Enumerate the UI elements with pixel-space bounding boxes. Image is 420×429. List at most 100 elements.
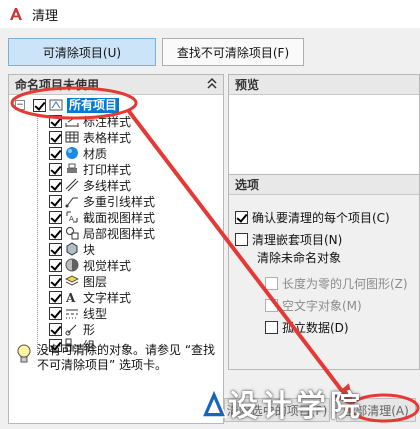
plot-style-icon	[65, 162, 79, 176]
nonpurgeable-items-tab[interactable]: 查找不可清除项目(F)	[162, 38, 304, 66]
tree-item[interactable]: 视觉样式	[9, 257, 223, 273]
tree-item[interactable]: 形	[9, 321, 223, 337]
tree-item[interactable]: A 截面视图样式	[9, 209, 223, 225]
window-title: 清理	[32, 8, 59, 24]
watermark: 设计学院	[200, 378, 410, 428]
tree-item-label[interactable]: 打印样式	[83, 161, 131, 178]
tree-item-label[interactable]: 表格样式	[83, 129, 131, 146]
empty-text-checkbox[interactable]	[265, 299, 278, 312]
orphan-data-checkbox[interactable]	[265, 321, 278, 334]
tree-item-label[interactable]: 图层	[83, 273, 107, 290]
purgeable-items-tab[interactable]: 可清除项目(U)	[8, 38, 156, 66]
text-style-icon: A	[65, 290, 79, 304]
tree-item-label[interactable]: 标注样式	[83, 113, 131, 130]
shape-icon	[65, 322, 79, 336]
tree-item-checkbox[interactable]	[49, 258, 62, 272]
tree-item-checkbox[interactable]	[49, 226, 62, 240]
tree-item-checkbox[interactable]	[49, 114, 62, 128]
tree-item-label[interactable]: 局部视图样式	[83, 225, 155, 242]
confirm-each-label[interactable]: 确认要清理的每个项目(C)	[252, 209, 390, 226]
section-view-style-icon: A	[65, 210, 79, 224]
table-style-icon	[65, 130, 79, 144]
tree-item[interactable]: 线型	[9, 305, 223, 321]
tree-item-label[interactable]: 多重引线样式	[83, 193, 155, 210]
tree-item[interactable]: 局部视图样式	[9, 225, 223, 241]
tree-item-checkbox[interactable]	[49, 178, 62, 192]
tree-item-label[interactable]: 视觉样式	[83, 257, 131, 274]
tree-item-checkbox[interactable]	[49, 322, 62, 336]
zero-length-label[interactable]: 长度为零的几何图形(Z)	[282, 275, 408, 292]
multileader-style-icon	[65, 194, 79, 208]
title-bar: 清理	[0, 0, 420, 28]
tree-item-checkbox[interactable]	[49, 290, 62, 304]
visual-style-icon	[65, 258, 79, 272]
collapse-minus-icon[interactable]: −	[15, 100, 25, 110]
tree-item[interactable]: 表格样式	[9, 129, 223, 145]
empty-text-label[interactable]: 空文字对象(M)	[282, 297, 362, 314]
options-panel: 选项 确认要清理的每个项目(C) 清理嵌套项目(N) 清除未命名对象 长度为零的…	[228, 174, 420, 370]
tree-item-checkbox[interactable]	[49, 146, 62, 160]
tree-root-all-items[interactable]: − 所有项目	[9, 97, 223, 113]
tree-item[interactable]: 多重引线样式	[9, 193, 223, 209]
tree-item[interactable]: 标注样式	[9, 113, 223, 129]
purge-tree: − 所有项目 标注样式 表格样式 材质 打印样式 多线样式 多重引线样式 A 截面视图样式 局部…	[9, 95, 223, 355]
detail-view-style-icon	[65, 226, 79, 240]
tree-item[interactable]: 图层	[9, 273, 223, 289]
zero-length-checkbox[interactable]	[265, 277, 278, 290]
hint-text: 没有可清除的对象。请参见 “查找不可清除项目” 选项卡。	[37, 343, 216, 372]
dimension-style-icon	[65, 114, 79, 128]
purge-nested-checkbox[interactable]	[235, 233, 248, 246]
all-items-label[interactable]: 所有项目	[67, 97, 120, 113]
tree-item-label[interactable]: 多线样式	[83, 177, 131, 194]
tree-item-checkbox[interactable]	[49, 130, 62, 144]
tree-item[interactable]: 多线样式	[9, 177, 223, 193]
empty-text-option[interactable]: 空文字对象(M)	[265, 297, 362, 314]
tree-item-checkbox[interactable]	[49, 242, 62, 256]
lightbulb-icon	[15, 343, 33, 367]
named-items-panel: 命名项目未使用 − 所有项目 标注样式 表格样式 材质 打印样式 多线样式 多重引线样式 A…	[8, 74, 224, 424]
tree-item[interactable]: 打印样式	[9, 161, 223, 177]
linetype-icon	[65, 306, 79, 320]
tree-item-label[interactable]: 形	[83, 321, 95, 338]
purge-nested-label[interactable]: 清理嵌套项目(N)	[252, 231, 342, 248]
purge-dialog-body: 可清除项目(U) 查找不可清除项目(F) 命名项目未使用 − 所有项目 标注样式…	[0, 28, 420, 429]
named-items-header: 命名项目未使用	[9, 75, 223, 95]
drawing-items-icon	[49, 98, 63, 112]
tree-item-label[interactable]: 材质	[83, 145, 107, 162]
orphan-data-label[interactable]: 孤立数据(D)	[282, 319, 349, 336]
tree-children: 标注样式 表格样式 材质 打印样式 多线样式 多重引线样式 A 截面视图样式 局部视图样式块视觉…	[9, 113, 223, 353]
options-header: 选项	[229, 175, 419, 195]
tree-item-checkbox[interactable]	[49, 306, 62, 320]
preview-header: 预览	[229, 75, 419, 95]
svg-text:A: A	[65, 291, 76, 304]
named-items-header-label: 命名项目未使用	[15, 78, 100, 92]
all-items-checkbox[interactable]	[33, 98, 46, 112]
tree-item[interactable]: 块	[9, 241, 223, 257]
purge-hint: 没有可清除的对象。请参见 “查找不可清除项目” 选项卡。	[15, 343, 219, 373]
watermark-text: 设计学院	[228, 389, 364, 424]
confirm-each-checkbox[interactable]	[235, 211, 248, 224]
block-icon	[65, 242, 79, 256]
tree-item[interactable]: 材质	[9, 145, 223, 161]
tree-item-checkbox[interactable]	[49, 162, 62, 176]
tree-item-checkbox[interactable]	[49, 194, 62, 208]
tree-item-label[interactable]: 线型	[83, 305, 107, 322]
zero-length-option[interactable]: 长度为零的几何图形(Z)	[265, 275, 408, 292]
tree-item-label[interactable]: 块	[83, 241, 95, 258]
orphan-data-option[interactable]: 孤立数据(D)	[265, 319, 349, 336]
autocad-logo-icon	[8, 6, 24, 22]
tree-item-label[interactable]: 文字样式	[83, 289, 131, 306]
tree-item[interactable]: A 文字样式	[9, 289, 223, 305]
tree-item-checkbox[interactable]	[49, 274, 62, 288]
watermark-logo-icon	[200, 387, 228, 418]
purge-nested-option[interactable]: 清理嵌套项目(N)	[235, 231, 342, 248]
unnamed-objects-group-label: 清除未命名对象	[257, 251, 342, 265]
material-sphere-icon	[65, 146, 79, 160]
tree-item-checkbox[interactable]	[49, 210, 62, 224]
svg-text:A: A	[69, 215, 74, 223]
tree-item-label[interactable]: 截面视图样式	[83, 209, 155, 226]
double-chevron-up-icon[interactable]	[205, 77, 219, 91]
layer-icon	[65, 274, 79, 288]
confirm-each-option[interactable]: 确认要清理的每个项目(C)	[235, 209, 390, 226]
multiline-style-icon	[65, 178, 79, 192]
